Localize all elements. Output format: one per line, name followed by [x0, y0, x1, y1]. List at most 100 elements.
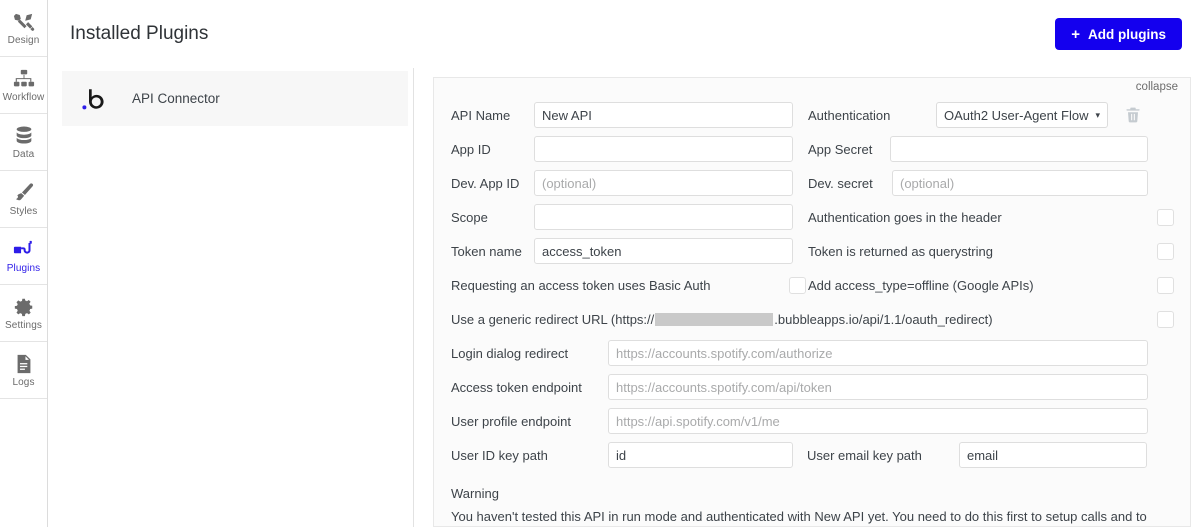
token-name-input[interactable]: [534, 238, 793, 264]
row-app-id: App ID App Secret: [451, 132, 1176, 166]
scope-label: Scope: [451, 210, 534, 225]
sidebar-item-label: Workflow: [3, 92, 45, 103]
field-access-type-offline: Add access_type=offline (Google APIs): [808, 277, 1176, 294]
warning-title: Warning: [451, 486, 1176, 501]
sidebar-item-data[interactable]: Data: [0, 114, 47, 171]
primary-sidebar: Design Workflow: [0, 0, 48, 527]
generic-redirect-checkbox[interactable]: [1157, 311, 1174, 328]
app-id-input[interactable]: [534, 136, 793, 162]
dev-app-id-input[interactable]: [534, 170, 793, 196]
access-token-endpoint-label: Access token endpoint: [451, 380, 608, 395]
field-dev-app-id: Dev. App ID: [451, 170, 808, 196]
authentication-select[interactable]: OAuth2 User-Agent Flow ▾: [936, 102, 1108, 128]
trash-icon[interactable]: [1126, 107, 1140, 123]
token-querystring-label: Token is returned as querystring: [808, 244, 993, 259]
sidebar-item-design[interactable]: Design: [0, 0, 47, 57]
installed-plugins-list: API Connector: [48, 68, 414, 527]
add-plugins-button[interactable]: + Add plugins: [1055, 18, 1182, 50]
field-app-id: App ID: [451, 136, 808, 162]
basic-auth-label: Requesting an access token uses Basic Au…: [451, 278, 710, 293]
logs-icon: [13, 353, 35, 375]
scope-input[interactable]: [534, 204, 793, 230]
row-user-profile-endpoint: User profile endpoint: [451, 404, 1176, 438]
authentication-selected-value: OAuth2 User-Agent Flow: [944, 108, 1089, 123]
app-secret-label: App Secret: [808, 142, 890, 157]
list-item[interactable]: API Connector: [62, 71, 408, 126]
gear-icon: [13, 296, 35, 318]
plugins-icon: [13, 239, 35, 261]
generic-redirect-label-suffix: .bubbleapps.io/api/1.1/oauth_redirect): [774, 312, 992, 327]
api-name-input[interactable]: [534, 102, 793, 128]
field-auth-in-header: Authentication goes in the header: [808, 209, 1176, 226]
add-plugins-label: Add plugins: [1088, 27, 1166, 42]
field-generic-redirect: Use a generic redirect URL (https:// .bu…: [451, 304, 1176, 334]
access-type-offline-checkbox[interactable]: [1157, 277, 1174, 294]
sidebar-item-label: Styles: [10, 206, 38, 217]
field-token-name: Token name: [451, 238, 808, 264]
design-icon: [13, 11, 35, 33]
basic-auth-checkbox[interactable]: [789, 277, 806, 294]
user-profile-endpoint-input[interactable]: [608, 408, 1148, 434]
field-basic-auth: Requesting an access token uses Basic Au…: [451, 277, 808, 294]
sidebar-item-settings[interactable]: Settings: [0, 285, 47, 342]
sidebar-item-styles[interactable]: Styles: [0, 171, 47, 228]
page-header: Installed Plugins + Add plugins: [48, 0, 1200, 68]
row-generic-redirect: Use a generic redirect URL (https:// .bu…: [451, 302, 1176, 336]
plus-icon: +: [1071, 27, 1080, 42]
sidebar-item-label: Data: [13, 149, 35, 160]
field-api-name: API Name: [451, 102, 808, 128]
access-type-offline-label: Add access_type=offline (Google APIs): [808, 278, 1034, 293]
page-title: Installed Plugins: [70, 23, 208, 45]
field-scope: Scope: [451, 204, 808, 230]
user-id-key-path-input[interactable]: [608, 442, 793, 468]
bubble-b-logo: [82, 87, 106, 111]
plugin-detail-wrapper: collapse API Name Authentication OAuth2 …: [414, 68, 1200, 527]
token-querystring-checkbox[interactable]: [1157, 243, 1174, 260]
redacted-subdomain: [655, 313, 773, 326]
app-secret-input[interactable]: [890, 136, 1148, 162]
warning-body: You haven't tested this API in run mode …: [451, 507, 1163, 527]
content-area: API Connector collapse API Name Authenti…: [48, 68, 1200, 527]
row-access-token-endpoint: Access token endpoint: [451, 370, 1176, 404]
user-profile-endpoint-label: User profile endpoint: [451, 414, 608, 429]
dev-app-id-label: Dev. App ID: [451, 176, 534, 191]
dev-secret-input[interactable]: [892, 170, 1148, 196]
login-dialog-redirect-label: Login dialog redirect: [451, 346, 608, 361]
sidebar-item-workflow[interactable]: Workflow: [0, 57, 47, 114]
user-email-key-path-input[interactable]: [959, 442, 1147, 468]
collapse-link[interactable]: collapse: [1136, 81, 1178, 93]
main-area: Installed Plugins + Add plugins API Conn: [48, 0, 1200, 527]
row-token-name: Token name Token is returned as querystr…: [451, 234, 1176, 268]
authentication-label: Authentication: [808, 108, 936, 123]
row-basic-auth: Requesting an access token uses Basic Au…: [451, 268, 1176, 302]
workflow-icon: [13, 68, 35, 90]
user-id-key-path-label: User ID key path: [451, 448, 608, 463]
auth-in-header-label: Authentication goes in the header: [808, 210, 1002, 225]
sidebar-item-label: Plugins: [7, 263, 41, 274]
sidebar-item-label: Logs: [12, 377, 34, 388]
login-dialog-redirect-input[interactable]: [608, 340, 1148, 366]
row-api-name: API Name Authentication OAuth2 User-Agen…: [451, 98, 1176, 132]
auth-in-header-checkbox[interactable]: [1157, 209, 1174, 226]
generic-redirect-label-prefix: Use a generic redirect URL (https://: [451, 312, 654, 327]
field-token-querystring: Token is returned as querystring: [808, 243, 1176, 260]
dev-secret-label: Dev. secret: [808, 176, 892, 191]
row-scope: Scope Authentication goes in the header: [451, 200, 1176, 234]
chevron-down-icon: ▾: [1095, 110, 1100, 121]
app-root: Design Workflow: [0, 0, 1200, 527]
sidebar-item-plugins[interactable]: Plugins: [0, 228, 47, 285]
access-token-endpoint-input[interactable]: [608, 374, 1148, 400]
sidebar-item-label: Design: [8, 35, 40, 46]
data-icon: [13, 125, 35, 147]
row-key-paths: User ID key path User email key path: [451, 438, 1176, 472]
plugin-name: API Connector: [132, 91, 220, 106]
app-id-label: App ID: [451, 142, 534, 157]
field-app-secret: App Secret: [808, 136, 1176, 162]
row-dev-app-id: Dev. App ID Dev. secret: [451, 166, 1176, 200]
row-login-dialog-redirect: Login dialog redirect: [451, 336, 1176, 370]
token-name-label: Token name: [451, 244, 534, 259]
sidebar-item-logs[interactable]: Logs: [0, 342, 47, 399]
sidebar-item-label: Settings: [5, 320, 42, 331]
user-email-key-path-label: User email key path: [807, 448, 959, 463]
api-name-label: API Name: [451, 108, 534, 123]
